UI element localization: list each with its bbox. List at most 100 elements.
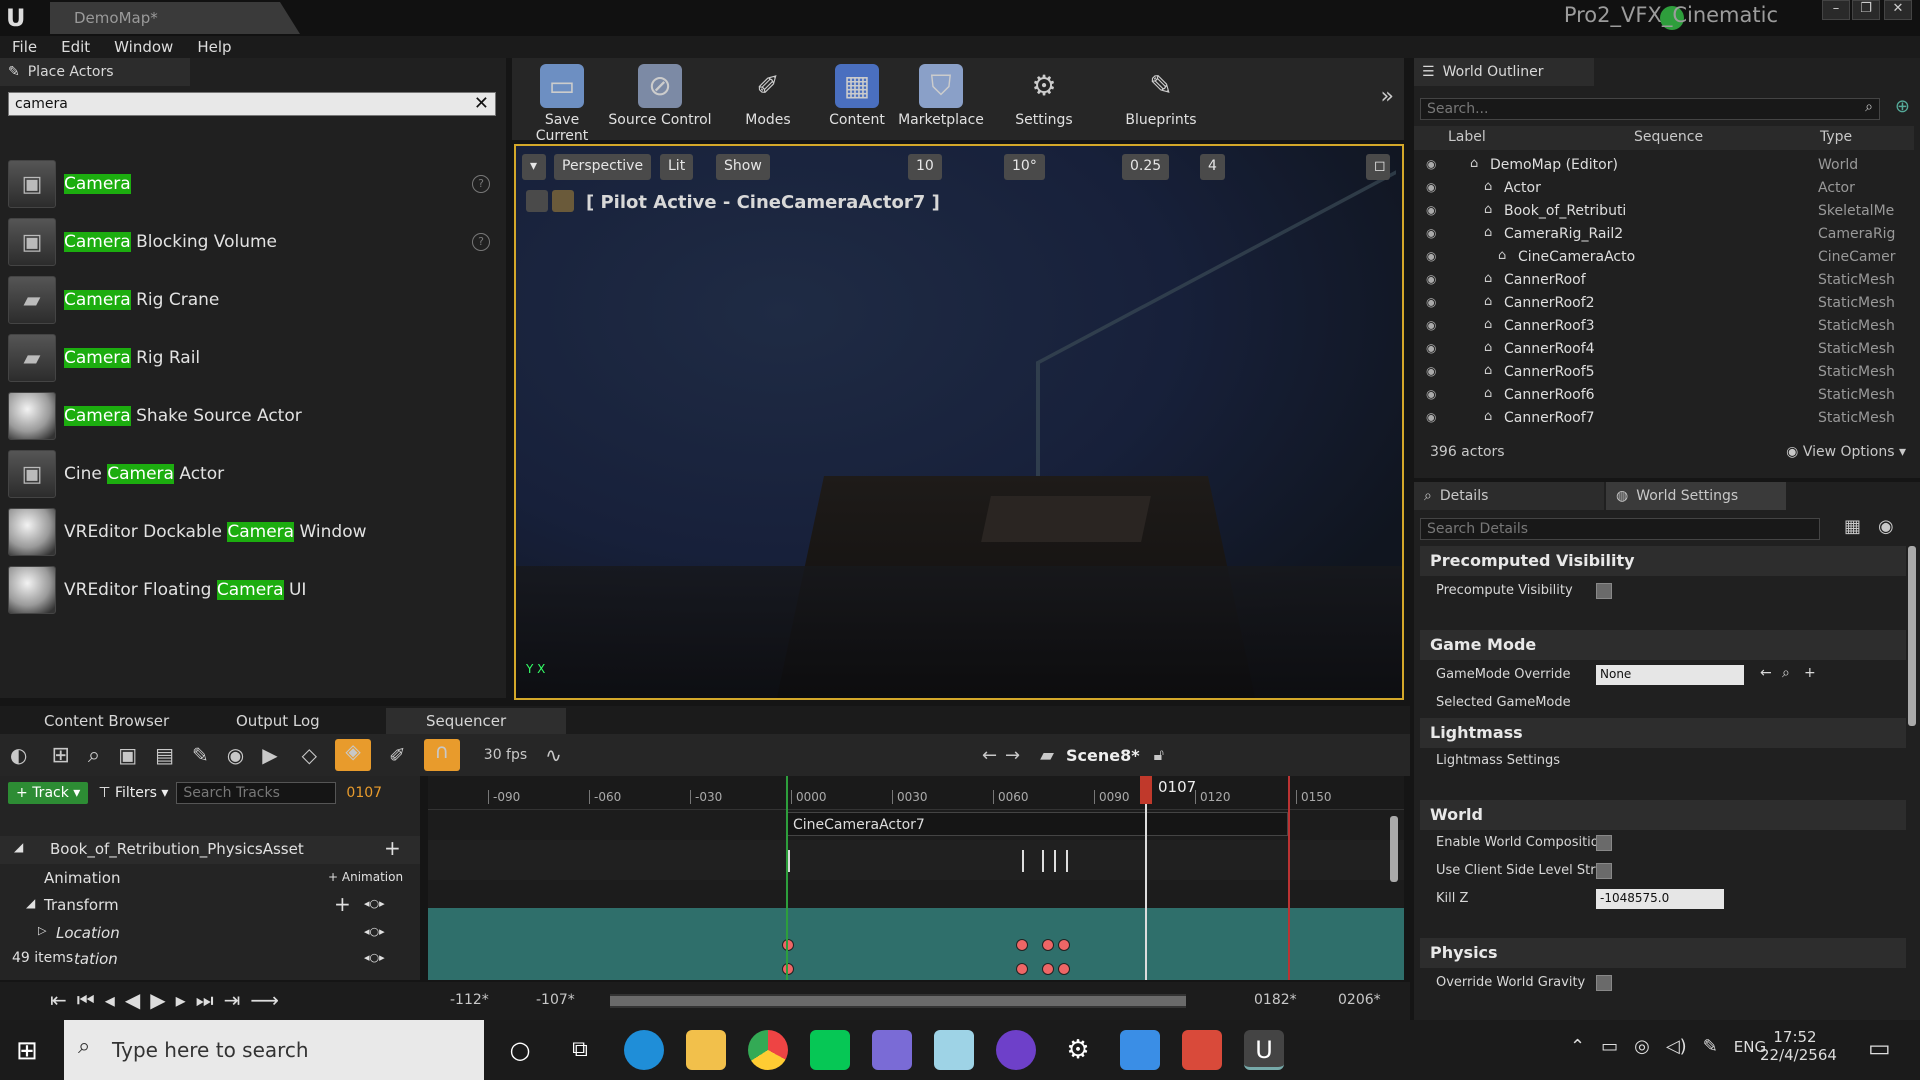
lit-button[interactable]: Lit <box>660 154 694 180</box>
precompute-visibility-checkbox[interactable] <box>1596 583 1612 599</box>
visibility-eye-icon[interactable]: ◉ <box>1426 341 1436 355</box>
track-animation[interactable]: Animation + Animation <box>0 864 420 892</box>
menu-help[interactable]: Help <box>197 38 231 56</box>
key-icon[interactable]: ◇ <box>302 743 317 767</box>
actor-item[interactable]: ▰ Camera Rig Crane <box>8 272 498 328</box>
pilot-camera-icon[interactable] <box>552 190 574 212</box>
file-explorer-icon[interactable] <box>686 1030 726 1070</box>
unreal-logo-icon[interactable]: U <box>6 4 34 32</box>
pen-icon[interactable]: ✎ <box>1703 1036 1718 1057</box>
animation-key-marker[interactable] <box>1022 850 1024 872</box>
range-track[interactable] <box>610 994 1186 1008</box>
back-icon[interactable]: ← <box>982 745 997 766</box>
time-ruler[interactable]: -090 -060 -030 0000 0030 0060 0090 0120 0150 <box>428 776 1404 810</box>
keyframe[interactable] <box>1042 939 1054 951</box>
range-slider[interactable] <box>610 996 1186 1006</box>
prev-key-icon[interactable]: ⏮ <box>77 988 95 1012</box>
current-frame[interactable]: 0107 <box>346 785 382 801</box>
visibility-icon[interactable]: ◉ <box>227 743 244 767</box>
next-frame-icon[interactable]: ▸ <box>176 988 186 1012</box>
visibility-eye-icon[interactable]: ◉ <box>1426 364 1436 378</box>
fps-dropdown[interactable]: 30 fps <box>484 747 527 763</box>
discord-icon[interactable] <box>872 1030 912 1070</box>
chrome-icon[interactable] <box>748 1030 788 1070</box>
line-icon[interactable] <box>810 1030 850 1070</box>
document-tab[interactable]: DemoMap* <box>50 2 300 34</box>
actor-item[interactable]: ▰ Camera Rig Rail <box>8 330 498 386</box>
track-actor[interactable]: ◢ Book_of_Retribution_PhysicsAsset + <box>0 836 420 864</box>
camera-cut-section[interactable]: CineCameraActor7 <box>786 812 1288 836</box>
outliner-row[interactable]: ◉ ⌂ CannerRoof7 StaticMesh <box>1414 407 1914 430</box>
place-actors-tab[interactable]: ✎ Place Actors <box>0 58 190 86</box>
view-end[interactable]: 0206* <box>1338 992 1381 1008</box>
section-lightmass[interactable]: Lightmass <box>1420 718 1906 748</box>
reverse-play-icon[interactable]: ◀ <box>125 988 140 1012</box>
show-button[interactable]: Show <box>716 154 770 180</box>
details-view-options-icon[interactable]: ◉ <box>1878 516 1894 537</box>
play-end[interactable]: 0182* <box>1254 992 1297 1008</box>
settings-button[interactable]: ⚙ Settings <box>1008 58 1080 140</box>
transform-lane[interactable] <box>428 908 1404 980</box>
section-precomputed-visibility[interactable]: Precomputed Visibility <box>1420 546 1906 576</box>
outliner-row[interactable]: ◉ ⌂ CannerRoof5 StaticMesh <box>1414 361 1914 384</box>
outliner-row[interactable]: ◉ ⌂ Actor Actor <box>1414 177 1914 200</box>
location-key-nav-icon[interactable]: ◂○▸ <box>364 925 385 938</box>
start-icon[interactable]: ⊞ <box>16 1036 38 1066</box>
add-folder-icon[interactable]: ⊕ <box>1895 96 1910 117</box>
visibility-eye-icon[interactable]: ◉ <box>1426 226 1436 240</box>
render-movie-icon[interactable]: ▤ <box>155 743 174 767</box>
visibility-eye-icon[interactable]: ◉ <box>1426 180 1436 194</box>
curve-editor-icon[interactable]: ∿ <box>545 743 562 767</box>
outliner-row[interactable]: ◉ ⌂ CannerRoof4 StaticMesh <box>1414 338 1914 361</box>
add-key-transform-icon[interactable]: + <box>334 892 351 916</box>
clear-search-icon[interactable]: ✕ <box>474 93 489 114</box>
task-view-icon[interactable]: ⧉ <box>560 1030 600 1070</box>
visibility-eye-icon[interactable]: ◉ <box>1426 203 1436 217</box>
menu-edit[interactable]: Edit <box>61 38 90 56</box>
actor-item[interactable]: ▣ Camera Blocking Volume? <box>8 214 498 270</box>
override-gravity-checkbox[interactable] <box>1596 975 1612 991</box>
outliner-row[interactable]: ◉ ⌂ CannerRoof6 StaticMesh <box>1414 384 1914 407</box>
keyframe[interactable] <box>1058 963 1070 975</box>
help-icon[interactable]: ? <box>472 233 490 251</box>
unreal-taskbar-icon[interactable]: U <box>1244 1030 1284 1070</box>
play-icon[interactable]: ▶ <box>150 988 165 1012</box>
volume-icon[interactable]: ◁) <box>1666 1036 1687 1057</box>
network-icon[interactable]: ◎ <box>1634 1036 1650 1057</box>
property-matrix-icon[interactable]: ▦ <box>1844 516 1861 537</box>
cortana-icon[interactable]: ○ <box>500 1030 540 1070</box>
keyframe[interactable] <box>1016 939 1028 951</box>
menu-file[interactable]: File <box>12 38 37 56</box>
view-start[interactable]: -112* <box>450 992 489 1008</box>
actor-search-input[interactable]: camera ✕ <box>8 92 496 116</box>
col-label[interactable]: Label <box>1448 129 1486 145</box>
outliner-row[interactable]: ◉ ⌂ CameraRig_Rail2 CameraRig <box>1414 223 1914 246</box>
prev-frame-icon[interactable]: ◂ <box>105 988 115 1012</box>
tab-sequencer[interactable]: Sequencer <box>386 708 566 734</box>
scale-snap-button[interactable]: 0.25 <box>1122 154 1170 180</box>
actor-item[interactable]: VREditor Dockable Camera Window <box>8 504 498 560</box>
details-scrollbar[interactable] <box>1908 546 1916 726</box>
tab-output-log[interactable]: Output Log <box>196 708 382 734</box>
track-search-input[interactable]: Search Tracks <box>176 782 337 804</box>
kill-z-input[interactable]: -1048575.0 <box>1596 889 1724 909</box>
tab-world-settings[interactable]: ◍ World Settings <box>1606 482 1786 510</box>
location-expand-icon[interactable]: ▷ <box>38 924 46 937</box>
use-client-side-checkbox[interactable] <box>1596 863 1612 879</box>
find-icon[interactable]: ⌕ <box>88 743 100 768</box>
blueprints-button[interactable]: ✎ Blueprints <box>1122 58 1200 140</box>
outliner-row[interactable]: ◉ ⌂ CannerRoof StaticMesh <box>1414 269 1914 292</box>
visibility-eye-icon[interactable]: ◉ <box>1426 157 1436 171</box>
visibility-eye-icon[interactable]: ◉ <box>1426 272 1436 286</box>
playback-end-marker[interactable] <box>1288 776 1290 980</box>
track-transform[interactable]: ◢ Transform + ◂○▸ <box>0 892 420 920</box>
world-menu-icon[interactable]: ◐ <box>10 743 27 767</box>
marketplace-button[interactable]: ⛉ Marketplace <box>896 58 986 140</box>
playhead-line[interactable] <box>1145 776 1147 980</box>
playback-start-marker[interactable] <box>786 776 788 980</box>
browse-icon[interactable]: ⌕ <box>1782 665 1790 681</box>
maximize-button[interactable]: ❐ <box>1852 0 1880 20</box>
actor-item[interactable]: Camera Shake Source Actor <box>8 388 498 444</box>
settings-gear-icon[interactable]: ⚙ <box>1058 1030 1098 1070</box>
outliner-row[interactable]: ◉ ⌂ Book_of_Retributi SkeletalMe <box>1414 200 1914 223</box>
